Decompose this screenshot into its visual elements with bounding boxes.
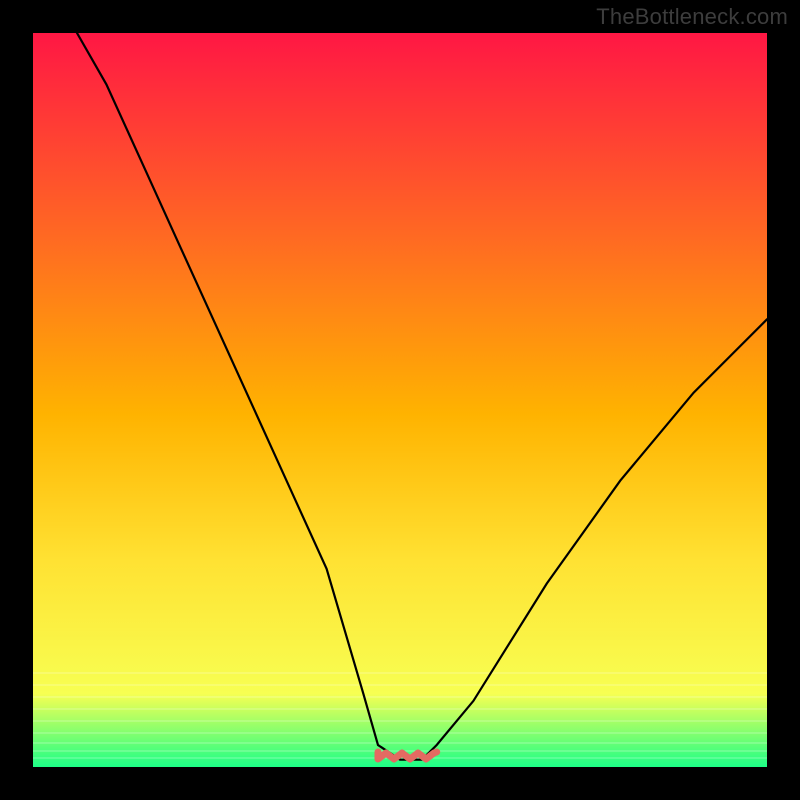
- plot-area: [33, 33, 767, 767]
- chart-frame: TheBottleneck.com: [0, 0, 800, 800]
- watermark-text: TheBottleneck.com: [596, 4, 788, 30]
- gradient-background: [33, 33, 767, 767]
- chart-svg: [33, 33, 767, 767]
